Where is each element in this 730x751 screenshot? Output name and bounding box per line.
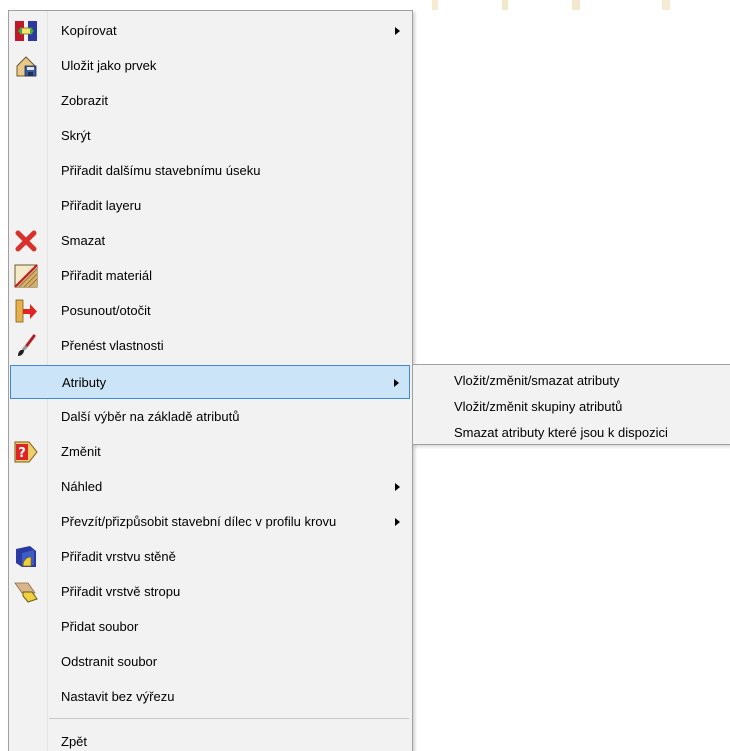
svg-text:?: ? xyxy=(18,446,26,461)
ceiling-layer-icon xyxy=(14,580,38,604)
menu-item-label: Převzít/přizpůsobit stavební dílec v pro… xyxy=(61,514,337,529)
menu-item-save-as-element[interactable]: Uložit jako prvek xyxy=(10,49,410,82)
menu-item-move-rotate[interactable]: Posunout/otočit xyxy=(10,294,410,327)
menu-item-label: Atributy xyxy=(62,375,107,390)
menu-item-assign-building-section[interactable]: Přiřadit dalšímu stavebnímu úseku xyxy=(10,154,410,187)
menu-item-copy[interactable]: Kopírovat xyxy=(10,14,410,47)
menu-item-label: Přiřadit materiál xyxy=(61,268,153,283)
menu-item-assign-material[interactable]: Přiřadit materiál xyxy=(10,259,410,292)
save-element-icon xyxy=(14,54,38,78)
menu-item-label: Skrýt xyxy=(61,128,91,143)
menu-item-label: Kopírovat xyxy=(61,23,117,38)
menu-item-label: Náhled xyxy=(61,479,103,494)
copy-icon xyxy=(14,19,38,43)
context-menu: Kopírovat Uložit jako prvek Zobrazit Skr… xyxy=(8,10,413,751)
menu-item-label: Posunout/otočit xyxy=(61,303,151,318)
submenu-item-insert-change-attribute-groups[interactable]: Vložit/změnit skupiny atributů xyxy=(413,393,730,419)
menu-item-transfer-properties[interactable]: Přenést vlastnosti xyxy=(10,329,410,362)
menu-item-attributes[interactable]: Atributy xyxy=(10,365,410,399)
menu-item-hide[interactable]: Skrýt xyxy=(10,119,410,152)
menu-item-preview[interactable]: Náhled xyxy=(10,470,410,503)
menu-item-label: Přidat soubor xyxy=(61,619,139,634)
submenu-arrow-icon xyxy=(394,379,399,387)
brush-icon xyxy=(14,334,38,358)
submenu-item-delete-available-attributes[interactable]: Smazat atributy které jsou k dispozici xyxy=(413,419,730,445)
material-icon xyxy=(14,264,38,288)
submenu-arrow-icon xyxy=(395,483,400,491)
menu-item-remove-file[interactable]: Odstranit soubor xyxy=(10,645,410,678)
wall-layer-icon xyxy=(14,545,38,569)
submenu-arrow-icon xyxy=(395,27,400,35)
menu-item-label: Zpět xyxy=(61,734,88,749)
menu-item-label: Přenést vlastnosti xyxy=(61,338,164,353)
menu-item-set-without-cutout[interactable]: Nastavit bez výřezu xyxy=(10,680,410,713)
menu-item-label: Přiřadit layeru xyxy=(61,198,142,213)
move-rotate-icon xyxy=(14,299,38,323)
menu-item-modify[interactable]: ? Změnit xyxy=(10,435,410,468)
submenu-item-insert-change-delete-attributes[interactable]: Vložit/změnit/smazat atributy xyxy=(413,367,730,393)
menu-item-label: Změnit xyxy=(61,444,101,459)
menu-item-assign-ceiling-layer[interactable]: Přiřadit vrstvě stropu xyxy=(10,575,410,608)
menu-separator xyxy=(49,718,409,719)
menu-item-label: Nastavit bez výřezu xyxy=(61,689,175,704)
submenu-arrow-icon xyxy=(395,518,400,526)
menu-item-select-by-attributes[interactable]: Další výběr na základě atributů xyxy=(10,400,410,433)
menu-item-assign-wall-layer[interactable]: Přiřadit vrstvu stěně xyxy=(10,540,410,573)
menu-item-assign-layer[interactable]: Přiřadit layeru xyxy=(10,189,410,222)
delete-icon xyxy=(14,229,38,253)
menu-item-label: Uložit jako prvek xyxy=(61,58,157,73)
menu-item-adopt-roof-profile[interactable]: Převzít/přizpůsobit stavební dílec v pro… xyxy=(10,505,410,538)
menu-item-label: Přiřadit vrstvě stropu xyxy=(61,584,181,599)
menu-item-delete[interactable]: Smazat xyxy=(10,224,410,257)
menu-item-label: Další výběr na základě atributů xyxy=(61,409,240,424)
submenu-item-label: Vložit/změnit skupiny atributů xyxy=(454,399,623,414)
screen: Kopírovat Uložit jako prvek Zobrazit Skr… xyxy=(0,0,730,751)
attributes-submenu: Vložit/změnit/smazat atributy Vložit/změ… xyxy=(412,364,730,445)
menu-item-label: Odstranit soubor xyxy=(61,654,158,669)
drawing-background xyxy=(412,0,730,10)
menu-item-back[interactable]: Zpět xyxy=(10,725,410,751)
menu-item-add-file[interactable]: Přidat soubor xyxy=(10,610,410,643)
menu-item-label: Smazat xyxy=(61,233,106,248)
menu-item-label: Přiřadit vrstvu stěně xyxy=(61,549,176,564)
modify-icon: ? xyxy=(14,440,38,464)
menu-item-show[interactable]: Zobrazit xyxy=(10,84,410,117)
menu-item-label: Zobrazit xyxy=(61,93,108,108)
submenu-item-label: Vložit/změnit/smazat atributy xyxy=(454,373,620,388)
menu-item-label: Přiřadit dalšímu stavebnímu úseku xyxy=(61,163,261,178)
submenu-item-label: Smazat atributy které jsou k dispozici xyxy=(454,425,668,440)
